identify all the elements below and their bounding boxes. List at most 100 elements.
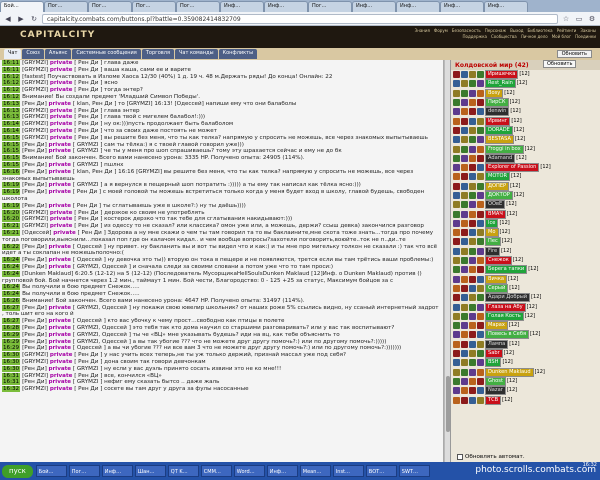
user-name[interactable]: Повесь в Себя — [485, 330, 530, 340]
browser-tab[interactable]: Пог… — [132, 1, 176, 12]
browser-tab[interactable]: Инф… — [220, 1, 264, 12]
chat-timestamp[interactable]: 16:31 — [2, 379, 21, 386]
user-row[interactable]: ООвЕ [12] — [451, 200, 600, 210]
start-button[interactable]: пуск — [2, 464, 33, 478]
user-row[interactable]: Берега тапки [12] — [451, 265, 600, 275]
chat-timestamp[interactable]: 16:12 — [2, 87, 21, 94]
user-row[interactable]: Explorer of Passion [12] — [451, 163, 600, 173]
user-name[interactable]: BESTASA — [485, 135, 514, 145]
user-name[interactable]: ДОКТОР — [485, 191, 513, 200]
user-row[interactable]: Пес [12] — [451, 237, 600, 247]
chat-timestamp[interactable]: 16:15 — [2, 134, 21, 141]
taskbar-item[interactable]: CMM… — [200, 465, 232, 477]
chat-timestamp[interactable]: 16:24 — [2, 291, 21, 298]
user-name[interactable]: Адари Добрый — [485, 293, 531, 303]
chat-timestamp[interactable]: 16:28 — [2, 325, 21, 332]
browser-tab[interactable]: Инф… — [484, 1, 528, 12]
user-name[interactable]: Снежок — [485, 256, 512, 266]
url-field[interactable]: capitalcity.combats.com/buttons.pl?battl… — [42, 13, 558, 24]
user-name[interactable]: BSH — [485, 358, 502, 368]
user-row[interactable]: Иришечка [12] — [451, 70, 600, 80]
chat-tab[interactable]: Чат команды — [174, 49, 218, 59]
user-name[interactable]: ТСВ — [485, 395, 502, 405]
user-name[interactable]: Иришечка — [485, 70, 519, 80]
user-row[interactable]: Лампа [12] — [451, 339, 600, 349]
user-row[interactable]: Вичка [12] — [451, 274, 600, 284]
user-name[interactable]: Mo — [485, 228, 499, 238]
user-row[interactable]: Ice [12] — [451, 218, 600, 228]
chat-timestamp[interactable]: 16:12 — [2, 73, 21, 80]
user-row[interactable]: Ирвинг [12] — [451, 116, 600, 126]
user-row[interactable]: Sabr [12] — [451, 349, 600, 359]
autoupdate-control[interactable]: Обновлять автомат. — [457, 454, 525, 460]
chat-timestamp[interactable]: 16:31 — [2, 372, 21, 379]
browser-tab[interactable]: Инф… — [396, 1, 440, 12]
chat-timestamp[interactable]: 16:11 — [2, 60, 21, 66]
user-row[interactable]: BESTASA [12] — [451, 135, 600, 145]
chat-tab[interactable]: Торговля — [141, 49, 174, 59]
autoupdate-checkbox[interactable] — [457, 454, 463, 460]
chat-timestamp[interactable]: 16:24 — [2, 257, 21, 264]
taskbar-item[interactable]: QT K… — [167, 465, 199, 477]
user-row[interactable]: ДОПЕР [12] — [451, 181, 600, 191]
user-name[interactable]: MOTOR — [485, 172, 511, 182]
chat-tab[interactable]: Системные сообщения — [72, 49, 141, 59]
user-name[interactable]: ПирСК — [485, 98, 509, 108]
user-row[interactable]: Снежок [12] — [451, 256, 600, 266]
user-name[interactable]: ВМАЧ — [485, 209, 506, 219]
game-menu-item[interactable]: Форум — [434, 28, 448, 34]
game-menu-item[interactable]: Поединки — [575, 34, 596, 40]
game-menu-item[interactable]: Поддержка — [463, 34, 487, 40]
chat-timestamp[interactable]: 16:16 — [2, 168, 21, 175]
user-name[interactable]: Rest_Rain — [485, 79, 516, 89]
user-row[interactable]: Nazar [12] — [451, 386, 600, 396]
user-name[interactable]: DORADE — [485, 125, 513, 135]
user-row[interactable]: Повесь в Себя [12] — [451, 330, 600, 340]
taskbar-item[interactable]: Inst… — [332, 465, 364, 477]
user-row[interactable]: Fire [12] — [451, 246, 600, 256]
wrench-icon[interactable]: ⚙ — [587, 14, 597, 24]
chat-timestamp[interactable]: 16:13 — [2, 107, 21, 114]
user-row[interactable]: denwin [12] — [451, 107, 600, 117]
user-name[interactable]: Голая Кость — [485, 311, 524, 321]
chat-timestamp[interactable]: 16:21 — [2, 229, 21, 236]
chat-timestamp[interactable]: 16:24 — [2, 263, 21, 270]
chat-timestamp[interactable]: 16:15 — [2, 161, 21, 168]
chat-timestamp[interactable]: 16:29 — [2, 338, 21, 345]
chat-timestamp[interactable]: 16:29 — [2, 345, 21, 352]
user-row[interactable]: Mapax [12] — [451, 321, 600, 331]
user-name[interactable]: Ice — [485, 218, 499, 228]
taskbar-item[interactable]: Mean… — [299, 465, 331, 477]
user-row[interactable]: ВМАЧ [12] — [451, 209, 600, 219]
chat-timestamp[interactable]: 16:11 — [2, 66, 21, 73]
chat-timestamp[interactable]: 16:13 — [2, 114, 21, 121]
chat-timestamp[interactable]: 16:29 — [2, 331, 21, 338]
user-name[interactable]: ДОПЕР — [485, 181, 510, 191]
user-row[interactable]: ПирСК [12] — [451, 98, 600, 108]
chat-timestamp[interactable]: 16:19 — [2, 182, 21, 189]
user-name[interactable]: Ирвинг — [485, 116, 511, 126]
user-row[interactable]: Ghost [12] — [451, 376, 600, 386]
browser-tab[interactable]: Пог… — [308, 1, 352, 12]
user-name[interactable]: denwin — [485, 107, 510, 117]
refresh-button[interactable]: Обновить — [556, 50, 592, 58]
chat-timestamp[interactable]: 16:27 — [2, 318, 21, 325]
browser-tab[interactable]: Пог… — [88, 1, 132, 12]
game-menu-item[interactable]: Сообщества — [491, 34, 517, 40]
user-name[interactable]: Explorer of Passion — [485, 163, 540, 173]
browser-tab[interactable]: Инф… — [264, 1, 308, 12]
chat-timestamp[interactable]: 16:30 — [2, 359, 21, 366]
user-row[interactable]: Rest_Rain [12] — [451, 79, 600, 89]
user-name[interactable]: Mapax — [485, 321, 508, 331]
user-name[interactable]: Серый — [485, 283, 509, 293]
chat-timestamp[interactable]: 16:15 — [2, 141, 21, 148]
user-name[interactable]: Sabr — [485, 349, 503, 359]
chat-timestamp[interactable]: 16:15 — [2, 155, 21, 162]
chat-timestamp[interactable]: 16:20 — [2, 209, 21, 216]
chat-timestamp[interactable]: 16:21 — [2, 223, 21, 230]
chat-timestamp[interactable]: 16:14 — [2, 121, 21, 128]
user-row[interactable]: DORADE [12] — [451, 125, 600, 135]
taskbar-item[interactable]: Пог… — [68, 465, 100, 477]
user-name[interactable]: Глаза на Абу — [485, 302, 526, 312]
chat-timestamp[interactable]: 16:22 — [2, 243, 21, 250]
